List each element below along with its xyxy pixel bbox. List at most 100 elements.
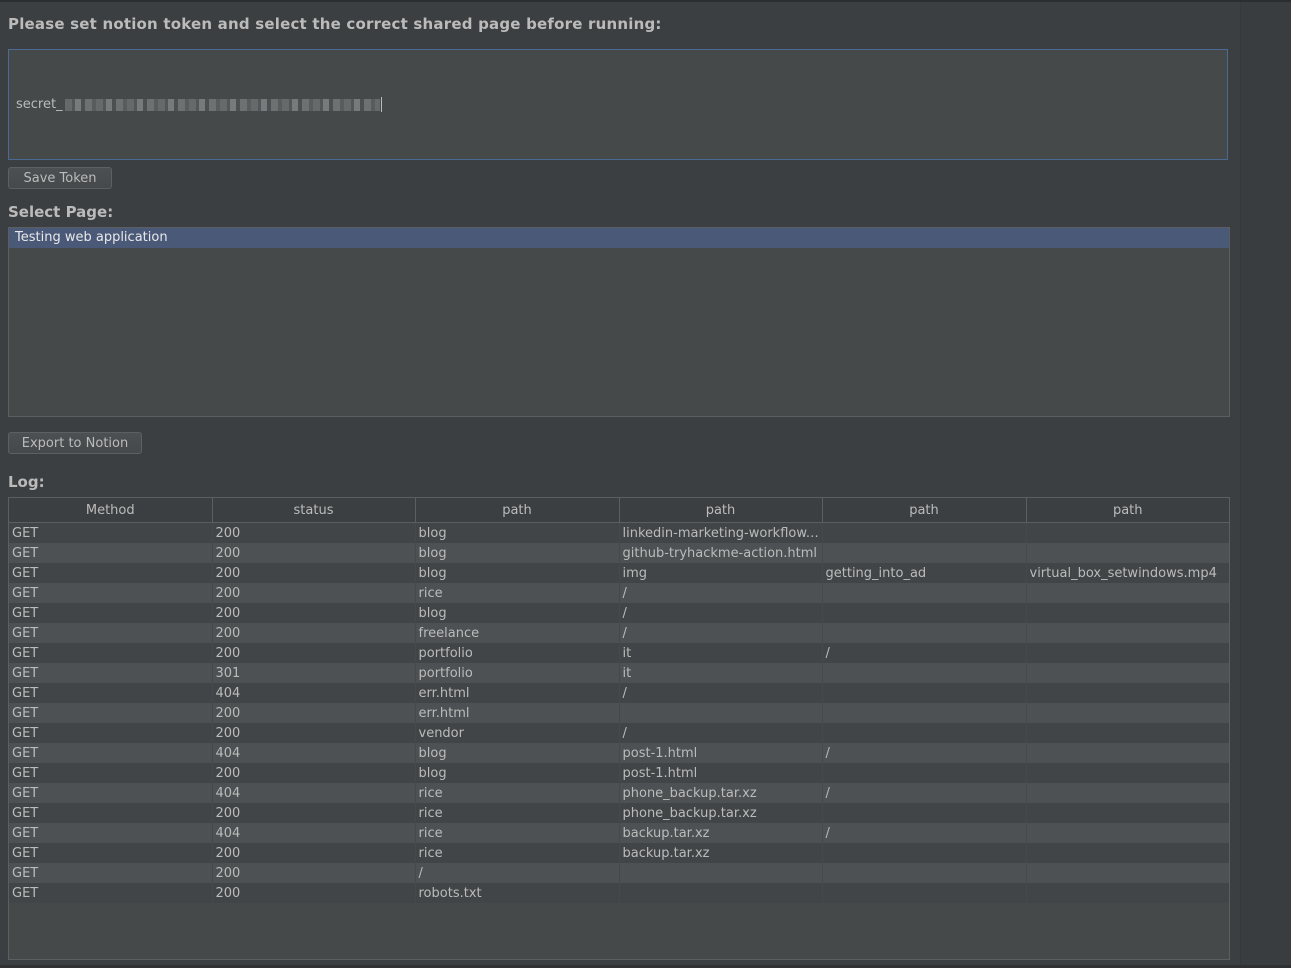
- path-cell-3: getting_into_ad: [822, 563, 1027, 583]
- path-cell-2: linkedin-marketing-workflow....: [619, 522, 823, 543]
- path-cell-3: [822, 603, 1027, 623]
- instruction-heading: Please set notion token and select the c…: [8, 15, 662, 33]
- path-cell-2: it: [619, 643, 823, 663]
- token-input[interactable]: secret_: [8, 49, 1228, 160]
- path-cell-1: blog: [415, 543, 620, 563]
- export-to-notion-button[interactable]: Export to Notion: [8, 432, 142, 454]
- column-header-status[interactable]: status: [212, 498, 416, 523]
- path-cell-1: robots.txt: [415, 883, 620, 903]
- path-cell-2: [619, 883, 823, 903]
- table-row[interactable]: GET 200 err.html: [9, 703, 1229, 723]
- path-cell-2: /: [619, 603, 823, 623]
- path-cell-1: rice: [415, 803, 620, 823]
- table-row[interactable]: GET 200 blog github-tryhackme-action.html: [9, 543, 1229, 563]
- table-row[interactable]: GET 200 rice /: [9, 583, 1229, 603]
- text-caret: [380, 97, 382, 112]
- path-cell-2: post-1.html: [619, 763, 823, 783]
- method-cell: GET: [9, 743, 213, 763]
- path-cell-3: /: [822, 643, 1027, 663]
- column-header-path-1[interactable]: path: [415, 498, 620, 523]
- status-cell: 404: [212, 783, 416, 803]
- status-cell: 404: [212, 823, 416, 843]
- log-table[interactable]: Method status path path path path GET 200…: [8, 497, 1230, 960]
- path-cell-2: [619, 703, 823, 723]
- column-header-path-2[interactable]: path: [619, 498, 823, 523]
- table-row[interactable]: GET 200 freelance /: [9, 623, 1229, 643]
- status-cell: 200: [212, 623, 416, 643]
- method-cell: GET: [9, 823, 213, 843]
- method-cell: GET: [9, 543, 213, 563]
- column-header-path-3[interactable]: path: [822, 498, 1027, 523]
- table-row[interactable]: GET 200 rice phone_backup.tar.xz: [9, 803, 1229, 823]
- table-row[interactable]: GET 200 blog linkedin-marketing-workflow...…: [9, 522, 1229, 543]
- method-cell: GET: [9, 663, 213, 683]
- path-cell-3: [822, 703, 1027, 723]
- table-row[interactable]: GET 301 portfolio it: [9, 663, 1229, 683]
- table-row[interactable]: GET 404 blog post-1.html /: [9, 743, 1229, 763]
- method-cell: GET: [9, 522, 213, 543]
- save-token-button[interactable]: Save Token: [8, 167, 112, 189]
- status-cell: 200: [212, 583, 416, 603]
- path-cell-2: backup.tar.xz: [619, 843, 823, 863]
- log-header-row: Method status path path path path: [9, 498, 1229, 523]
- page-list-item[interactable]: Testing web application: [9, 228, 1229, 248]
- method-cell: GET: [9, 563, 213, 583]
- path-cell-3: [822, 883, 1027, 903]
- path-cell-1: freelance: [415, 623, 620, 643]
- path-cell-3: [822, 522, 1027, 543]
- path-cell-4: [1026, 823, 1229, 843]
- path-cell-2: phone_backup.tar.xz: [619, 803, 823, 823]
- path-cell-3: [822, 843, 1027, 863]
- path-cell-4: [1026, 623, 1229, 643]
- path-cell-4: [1026, 863, 1229, 883]
- table-row[interactable]: GET 404 rice phone_backup.tar.xz /: [9, 783, 1229, 803]
- page-list[interactable]: Testing web application: [8, 227, 1230, 417]
- column-header-path-4[interactable]: path: [1026, 498, 1229, 523]
- path-cell-1: rice: [415, 783, 620, 803]
- table-row[interactable]: GET 200/: [9, 863, 1229, 883]
- table-row[interactable]: GET 404 rice backup.tar.xz /: [9, 823, 1229, 843]
- path-cell-4: [1026, 603, 1229, 623]
- table-row[interactable]: GET 200 blog img getting_into_ad virtual_box_…: [9, 563, 1229, 583]
- path-cell-4: [1026, 583, 1229, 603]
- table-row[interactable]: GET 200 vendor /: [9, 723, 1229, 743]
- path-cell-1: blog: [415, 763, 620, 783]
- table-row[interactable]: GET 200 portfolio it /: [9, 643, 1229, 663]
- method-cell: GET: [9, 783, 213, 803]
- status-cell: 404: [212, 683, 416, 703]
- path-cell-3: [822, 623, 1027, 643]
- path-cell-1: /: [415, 863, 620, 883]
- status-cell: 200: [212, 603, 416, 623]
- path-cell-3: [822, 683, 1027, 703]
- path-cell-4: [1026, 843, 1229, 863]
- table-row[interactable]: GET 404 err.html /: [9, 683, 1229, 703]
- method-cell: GET: [9, 683, 213, 703]
- status-cell: 301: [212, 663, 416, 683]
- path-cell-4: [1026, 663, 1229, 683]
- path-cell-4: [1026, 543, 1229, 563]
- select-page-label: Select Page:: [8, 203, 114, 221]
- redacted-token-blur: [64, 98, 380, 111]
- status-cell: 200: [212, 883, 416, 903]
- method-cell: GET: [9, 883, 213, 903]
- path-cell-4: [1026, 522, 1229, 543]
- table-row[interactable]: GET 200 blog post-1.html: [9, 763, 1229, 783]
- path-cell-2: phone_backup.tar.xz: [619, 783, 823, 803]
- path-cell-4: [1026, 763, 1229, 783]
- token-value: secret_: [16, 97, 382, 112]
- path-cell-4: virtual_box_setwindows.mp4: [1026, 563, 1229, 583]
- window-top-border: [0, 0, 1291, 2]
- path-cell-1: blog: [415, 603, 620, 623]
- table-row[interactable]: GET 200 blog /: [9, 603, 1229, 623]
- path-cell-4: [1026, 803, 1229, 823]
- status-cell: 200: [212, 643, 416, 663]
- status-cell: 200: [212, 723, 416, 743]
- path-cell-1: rice: [415, 583, 620, 603]
- path-cell-4: [1026, 743, 1229, 763]
- path-cell-2: post-1.html: [619, 743, 823, 763]
- column-header-method[interactable]: Method: [9, 498, 213, 523]
- table-row[interactable]: GET 200 rice backup.tar.xz: [9, 843, 1229, 863]
- path-cell-1: rice: [415, 823, 620, 843]
- table-row[interactable]: GET 200 robots.txt: [9, 883, 1229, 903]
- path-cell-1: blog: [415, 743, 620, 763]
